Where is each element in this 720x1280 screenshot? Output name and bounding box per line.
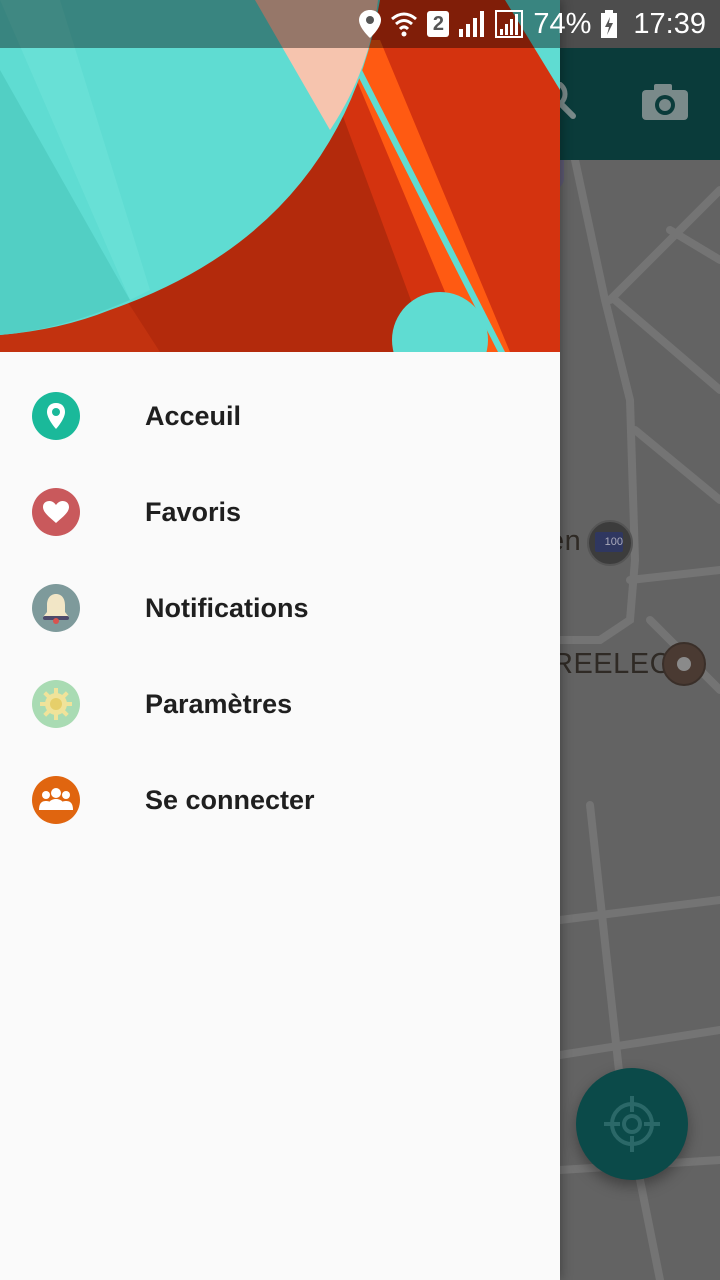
camera-icon[interactable] bbox=[640, 82, 690, 122]
material-wallpaper bbox=[0, 0, 560, 352]
locate-me-button[interactable] bbox=[576, 1068, 688, 1180]
battery-charging-icon bbox=[601, 10, 618, 38]
bell-icon bbox=[32, 584, 80, 632]
menu-item-label: Se connecter bbox=[145, 785, 315, 815]
signal-icon bbox=[459, 11, 485, 37]
map-pin-icon bbox=[32, 392, 80, 440]
menu-item-label: Acceuil bbox=[145, 401, 242, 431]
menu-item-favoris[interactable]: Favoris bbox=[0, 464, 560, 560]
map-place-label: REELEC bbox=[552, 648, 672, 680]
atm-badge: 100 bbox=[595, 532, 623, 552]
crosshair-icon bbox=[604, 1096, 660, 1152]
battery-percentage: 74% bbox=[533, 7, 592, 40]
menu-item-notifications[interactable]: Notifications bbox=[0, 560, 560, 656]
menu-item-label: Paramètres bbox=[145, 689, 293, 719]
menu-item-acceuil[interactable]: Acceuil bbox=[0, 368, 560, 464]
signal-icon bbox=[495, 10, 524, 38]
clock: 17:39 bbox=[633, 7, 706, 40]
drawer-menu: Acceuil Favoris Notifications Paramètres… bbox=[0, 368, 560, 848]
menu-item-parametres[interactable]: Paramètres bbox=[0, 656, 560, 752]
heart-icon bbox=[32, 488, 80, 536]
wifi-icon bbox=[391, 12, 418, 37]
shop-marker-icon[interactable] bbox=[662, 642, 706, 686]
menu-item-se-connecter[interactable]: Se connecter bbox=[0, 752, 560, 848]
menu-item-label: Favoris bbox=[145, 497, 242, 527]
menu-item-label: Notifications bbox=[145, 593, 309, 623]
group-icon bbox=[32, 776, 80, 824]
gear-icon bbox=[32, 680, 80, 728]
drawer-header-image bbox=[0, 0, 560, 352]
location-icon bbox=[359, 10, 382, 38]
atm-marker-icon[interactable]: 100 bbox=[587, 520, 633, 566]
navigation-drawer: Acceuil Favoris Notifications Paramètres… bbox=[0, 0, 560, 1280]
status-bar: 2 74% 17:39 bbox=[0, 0, 720, 48]
sim2-icon: 2 bbox=[427, 11, 450, 37]
